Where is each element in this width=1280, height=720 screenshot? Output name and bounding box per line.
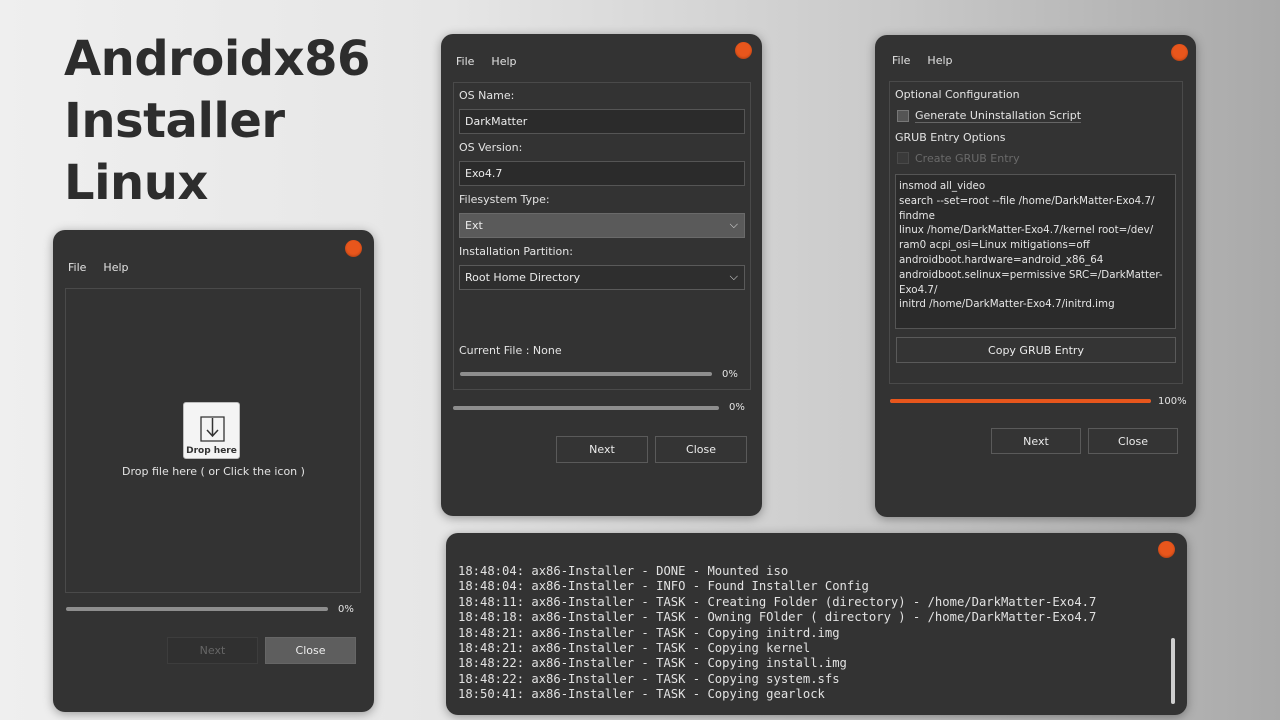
create-grub-checkbox[interactable] — [897, 152, 909, 164]
menu-bar: File Help — [456, 55, 517, 68]
hero-title: Androidx86 Installer Linux — [64, 28, 370, 214]
grub-line: androidboot.hardware=android_x86_64 — [899, 253, 1104, 266]
progress-fill — [890, 399, 1151, 403]
progress-bar — [66, 607, 328, 611]
total-progress-label: 0% — [729, 402, 745, 413]
grub-line: initrd /home/DarkMatter-Exo4.7/initrd.im… — [899, 298, 1115, 311]
next-button[interactable]: Next — [991, 428, 1081, 454]
hero-line-2: Installer — [64, 93, 285, 149]
file-progress-label: 0% — [722, 369, 738, 380]
log-line: 18:48:22: ax86-Installer - TASK - Copyin… — [458, 671, 840, 686]
next-button[interactable]: Next — [556, 436, 648, 463]
window-close-icon[interactable] — [1171, 44, 1188, 61]
filesystem-label: Filesystem Type: — [459, 193, 550, 206]
partition-select[interactable]: Root Home Directory ⌵ — [459, 265, 745, 290]
hero-line-1: Androidx86 — [64, 31, 370, 87]
partition-label: Installation Partition: — [459, 245, 573, 258]
log-output: 18:48:04: ax86-Installer - DONE - Mounte… — [458, 564, 1096, 703]
total-progress-bar — [453, 406, 719, 410]
filesystem-select[interactable]: Ext ⌵ — [459, 213, 745, 238]
os-name-input[interactable]: DarkMatter — [459, 109, 745, 134]
grub-line: ram0 acpi_osi=Linux mitigations=off — [899, 239, 1090, 252]
partition-value: Root Home Directory — [465, 271, 581, 284]
drop-icon-caption: Drop here — [186, 446, 237, 456]
grub-line: androidboot.selinux=permissive SRC=/Dark… — [899, 268, 1163, 281]
log-scrollbar[interactable] — [1171, 638, 1175, 704]
chevron-down-icon: ⌵ — [729, 270, 738, 283]
menu-file[interactable]: File — [892, 54, 910, 67]
log-window: 18:48:04: ax86-Installer - DONE - Mounte… — [446, 533, 1187, 715]
grub-line: linux /home/DarkMatter-Exo4.7/kernel roo… — [899, 224, 1154, 237]
drop-hint: Drop file here ( or Click the icon ) — [122, 465, 305, 478]
log-line: 18:50:41: ax86-Installer - TASK - Copyin… — [458, 687, 825, 702]
current-file-label: Current File : None — [459, 344, 562, 357]
hero-line-3: Linux — [64, 155, 208, 211]
menu-help[interactable]: Help — [927, 54, 952, 67]
log-line: 18:48:11: ax86-Installer - TASK - Creati… — [458, 594, 1097, 609]
grub-line: findme — [899, 209, 935, 222]
drop-file-window: File Help Drop here Drop file here ( or … — [53, 230, 374, 712]
grub-line: Exo4.7/ — [899, 283, 938, 296]
menu-file[interactable]: File — [456, 55, 474, 68]
copy-grub-button[interactable]: Copy GRUB Entry — [896, 337, 1176, 363]
window-close-icon[interactable] — [345, 240, 362, 257]
log-line: 18:48:04: ax86-Installer - DONE - Mounte… — [458, 564, 789, 578]
window-close-icon[interactable] — [735, 42, 752, 59]
grub-config-window: File Help Optional Configuration Generat… — [875, 35, 1196, 517]
progress-label: 0% — [338, 604, 354, 615]
log-line: 18:48:21: ax86-Installer - TASK - Copyin… — [458, 641, 811, 656]
menu-help[interactable]: Help — [491, 55, 516, 68]
next-button[interactable]: Next — [167, 637, 258, 664]
menu-bar: File Help — [892, 54, 953, 67]
log-line: 18:48:04: ax86-Installer - INFO - Found … — [458, 579, 869, 594]
progress-label: 100% — [1158, 396, 1187, 407]
menu-help[interactable]: Help — [103, 261, 128, 274]
os-name-label: OS Name: — [459, 89, 515, 102]
optional-config-title: Optional Configuration — [895, 88, 1020, 101]
grub-entry-text[interactable]: insmod all_video search --set=root --fil… — [895, 174, 1176, 329]
log-line: 18:48:22: ax86-Installer - TASK - Copyin… — [458, 656, 847, 671]
log-line: 18:48:18: ax86-Installer - TASK - Owning… — [458, 610, 1097, 625]
grub-line: search --set=root --file /home/DarkMatte… — [899, 194, 1155, 207]
close-button[interactable]: Close — [655, 436, 747, 463]
grub-options-title: GRUB Entry Options — [895, 131, 1006, 144]
download-icon — [200, 416, 225, 442]
uninstall-script-label[interactable]: Generate Uninstallation Script — [915, 109, 1082, 123]
close-button[interactable]: Close — [265, 637, 356, 664]
menu-bar: File Help — [68, 261, 129, 274]
window-close-icon[interactable] — [1158, 541, 1175, 558]
os-config-window: File Help OS Name: DarkMatter OS Version… — [441, 34, 762, 516]
chevron-down-icon: ⌵ — [729, 218, 738, 231]
log-line: 18:48:21: ax86-Installer - TASK - Copyin… — [458, 625, 840, 640]
progress-bar — [890, 399, 1151, 403]
os-version-label: OS Version: — [459, 141, 523, 154]
uninstall-script-checkbox[interactable] — [897, 110, 909, 122]
os-version-input[interactable]: Exo4.7 — [459, 161, 745, 186]
drop-here-button[interactable]: Drop here — [183, 402, 240, 459]
close-button[interactable]: Close — [1088, 428, 1178, 454]
grub-line: insmod all_video — [899, 180, 986, 192]
file-progress-bar — [460, 372, 712, 376]
filesystem-value: Ext — [465, 219, 483, 232]
menu-file[interactable]: File — [68, 261, 86, 274]
create-grub-label: Create GRUB Entry — [915, 152, 1020, 165]
